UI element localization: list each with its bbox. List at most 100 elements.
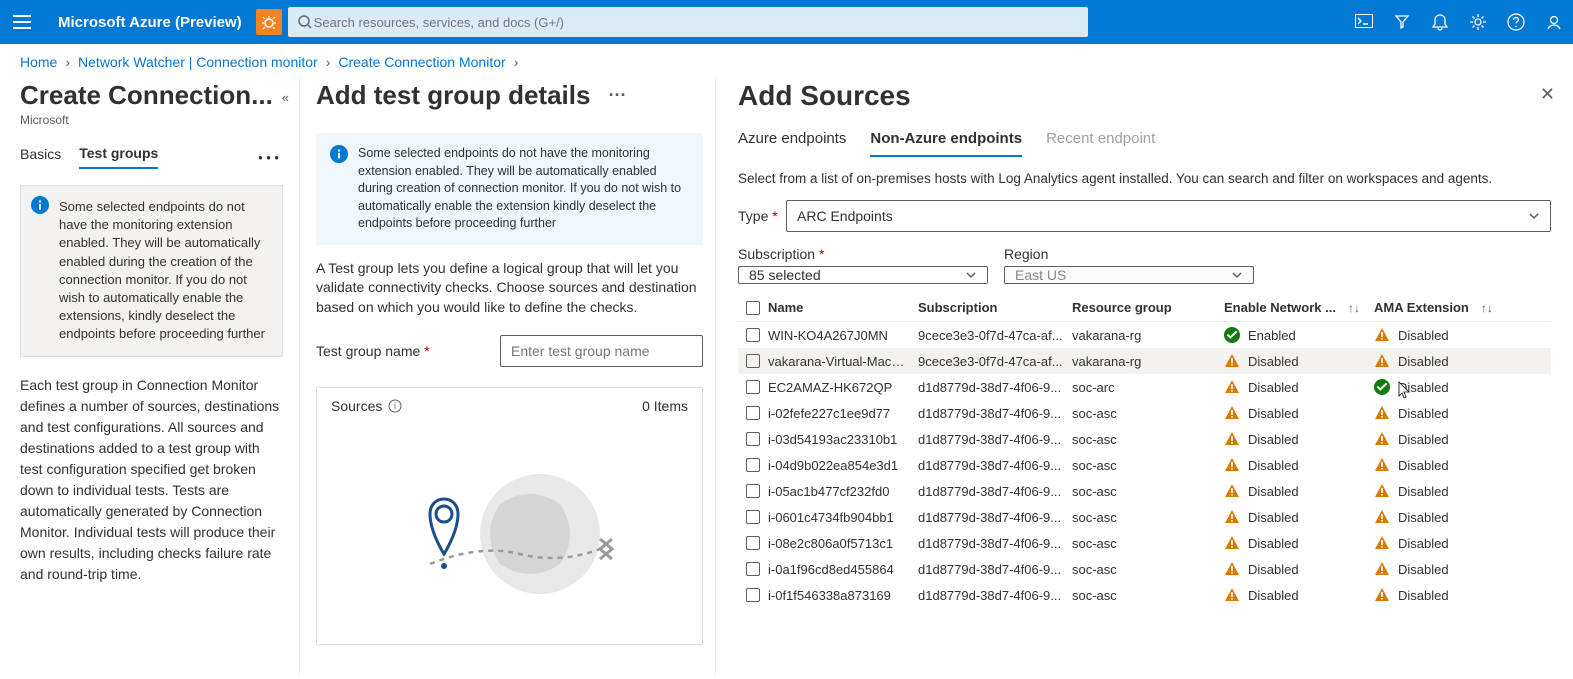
col-resource-group[interactable]: Resource group: [1072, 300, 1224, 315]
table-row[interactable]: WIN-KO4A267J0MN9cece3e3-0f7d-47ca-af...v…: [738, 322, 1551, 348]
feedback-icon[interactable]: [1535, 13, 1573, 31]
row-name: i-04d9b022ea854e3d1: [768, 458, 918, 473]
warning-icon: [1374, 509, 1390, 525]
help-icon[interactable]: [1497, 13, 1535, 31]
row-name: i-08e2c806a0f5713c1: [768, 536, 918, 551]
crumb-create[interactable]: Create Connection Monitor: [338, 54, 505, 70]
search-field[interactable]: [312, 14, 1078, 31]
warning-icon: [1224, 483, 1240, 499]
region-dropdown[interactable]: East US: [1004, 266, 1254, 284]
info-outline-icon[interactable]: i: [388, 399, 402, 413]
table-row[interactable]: i-05ac1b477cf232fd0d1d8779d-38d7-4f06-9.…: [738, 478, 1551, 504]
tab-non-azure-endpoints[interactable]: Non-Azure endpoints: [870, 130, 1022, 157]
type-dropdown[interactable]: ARC Endpoints: [786, 200, 1551, 232]
row-checkbox[interactable]: [746, 354, 760, 368]
row-checkbox[interactable]: [746, 484, 760, 498]
mid-more-button[interactable]: ···: [608, 85, 626, 106]
row-checkbox[interactable]: [746, 432, 760, 446]
warning-icon: [1374, 587, 1390, 603]
row-checkbox[interactable]: [746, 328, 760, 342]
tab-test-groups[interactable]: Test groups: [79, 145, 158, 169]
row-name: WIN-KO4A267J0MN: [768, 328, 918, 343]
tab-more-button[interactable]: • • •: [258, 150, 283, 165]
sources-label: Sources: [331, 398, 382, 414]
row-ama-status: Disabled: [1398, 432, 1449, 447]
info-icon: [330, 145, 348, 163]
tab-azure-endpoints[interactable]: Azure endpoints: [738, 130, 846, 157]
row-ama-status: Disabled: [1398, 328, 1449, 343]
crumb-home[interactable]: Home: [20, 54, 57, 70]
table-row[interactable]: i-04d9b022ea854e3d1d1d8779d-38d7-4f06-9.…: [738, 452, 1551, 478]
endpoints-table: Name Subscription Resource group Enable …: [738, 294, 1551, 608]
row-enable-status: Disabled: [1248, 406, 1299, 421]
row-subscription: d1d8779d-38d7-4f06-9...: [918, 588, 1072, 603]
hamburger-button[interactable]: [0, 15, 44, 29]
table-row[interactable]: i-08e2c806a0f5713c1d1d8779d-38d7-4f06-9.…: [738, 530, 1551, 556]
tg-name-input[interactable]: [500, 335, 703, 367]
row-name: EC2AMAZ-HK672QP: [768, 380, 918, 395]
chevron-down-icon: [965, 269, 977, 281]
row-enable-status: Disabled: [1248, 562, 1299, 577]
row-subscription: d1d8779d-38d7-4f06-9...: [918, 510, 1072, 525]
collapse-left-icon[interactable]: «: [282, 90, 289, 105]
panel-title: Add Sources: [738, 80, 1551, 112]
warning-icon: [1224, 405, 1240, 421]
chevron-down-icon: [1528, 210, 1540, 222]
row-checkbox[interactable]: [746, 588, 760, 602]
sort-icon[interactable]: ↑↓: [1481, 301, 1493, 315]
page-subtitle: Microsoft: [20, 113, 283, 127]
tab-basics[interactable]: Basics: [20, 146, 61, 168]
row-checkbox[interactable]: [746, 536, 760, 550]
tab-recent-endpoint[interactable]: Recent endpoint: [1046, 130, 1155, 157]
table-row[interactable]: i-02fefe227c1ee9d77d1d8779d-38d7-4f06-9.…: [738, 400, 1551, 426]
table-row[interactable]: i-0a1f96cd8ed455864d1d8779d-38d7-4f06-9.…: [738, 556, 1551, 582]
col-subscription[interactable]: Subscription: [918, 300, 1072, 315]
table-row[interactable]: i-03d54193ac23310b1d1d8779d-38d7-4f06-9.…: [738, 426, 1551, 452]
row-ama-status: Disabled: [1398, 354, 1449, 369]
warning-icon: [1374, 405, 1390, 421]
subscription-dropdown[interactable]: 85 selected: [738, 266, 988, 284]
check-icon: [1224, 327, 1240, 343]
table-row[interactable]: i-0f1f546338a873169d1d8779d-38d7-4f06-9.…: [738, 582, 1551, 608]
row-subscription: 9cece3e3-0f7d-47ca-af...: [918, 354, 1072, 369]
warning-icon: [1224, 535, 1240, 551]
row-resource-group: soc-asc: [1072, 406, 1224, 421]
table-row[interactable]: vakarana-Virtual-Machi...9cece3e3-0f7d-4…: [738, 348, 1551, 374]
row-ama-status: Disabled: [1398, 588, 1449, 603]
crumb-watcher[interactable]: Network Watcher | Connection monitor: [78, 54, 318, 70]
row-checkbox[interactable]: [746, 510, 760, 524]
row-enable-status: Disabled: [1248, 510, 1299, 525]
row-checkbox[interactable]: [746, 406, 760, 420]
page-title: Create Connection...: [20, 80, 283, 111]
col-enable-network[interactable]: Enable Network ...: [1224, 300, 1336, 315]
row-resource-group: soc-asc: [1072, 484, 1224, 499]
warning-icon: [1224, 457, 1240, 473]
settings-icon[interactable]: [1459, 13, 1497, 31]
col-ama-extension[interactable]: AMA Extension: [1374, 300, 1469, 315]
svg-text:i: i: [394, 401, 396, 411]
row-enable-status: Disabled: [1248, 458, 1299, 473]
row-subscription: d1d8779d-38d7-4f06-9...: [918, 432, 1072, 447]
notifications-icon[interactable]: [1421, 13, 1459, 31]
row-enable-status: Disabled: [1248, 588, 1299, 603]
row-checkbox[interactable]: [746, 380, 760, 394]
filter-icon[interactable]: [1383, 14, 1421, 30]
search-input[interactable]: [288, 7, 1088, 37]
select-all-checkbox[interactable]: [746, 301, 760, 315]
row-name: i-0601c4734fb904bb1: [768, 510, 918, 525]
table-row[interactable]: EC2AMAZ-HK672QPd1d8779d-38d7-4f06-9...so…: [738, 374, 1551, 400]
preview-bug-icon[interactable]: [256, 9, 282, 35]
sort-icon[interactable]: ↑↓: [1348, 301, 1360, 315]
cloud-shell-icon[interactable]: [1345, 14, 1383, 30]
warning-icon: [1374, 457, 1390, 473]
row-ama-status: Disabled: [1398, 510, 1449, 525]
row-enable-status: Disabled: [1248, 484, 1299, 499]
brand-title: Microsoft Azure (Preview): [44, 14, 256, 31]
row-checkbox[interactable]: [746, 562, 760, 576]
close-button[interactable]: ✕: [1540, 84, 1555, 105]
notice-box: Some selected endpoints do not have the …: [20, 185, 283, 357]
col-name[interactable]: Name: [768, 300, 918, 315]
table-row[interactable]: i-0601c4734fb904bb1d1d8779d-38d7-4f06-9.…: [738, 504, 1551, 530]
row-checkbox[interactable]: [746, 458, 760, 472]
row-ama-status: Disabled: [1398, 484, 1449, 499]
